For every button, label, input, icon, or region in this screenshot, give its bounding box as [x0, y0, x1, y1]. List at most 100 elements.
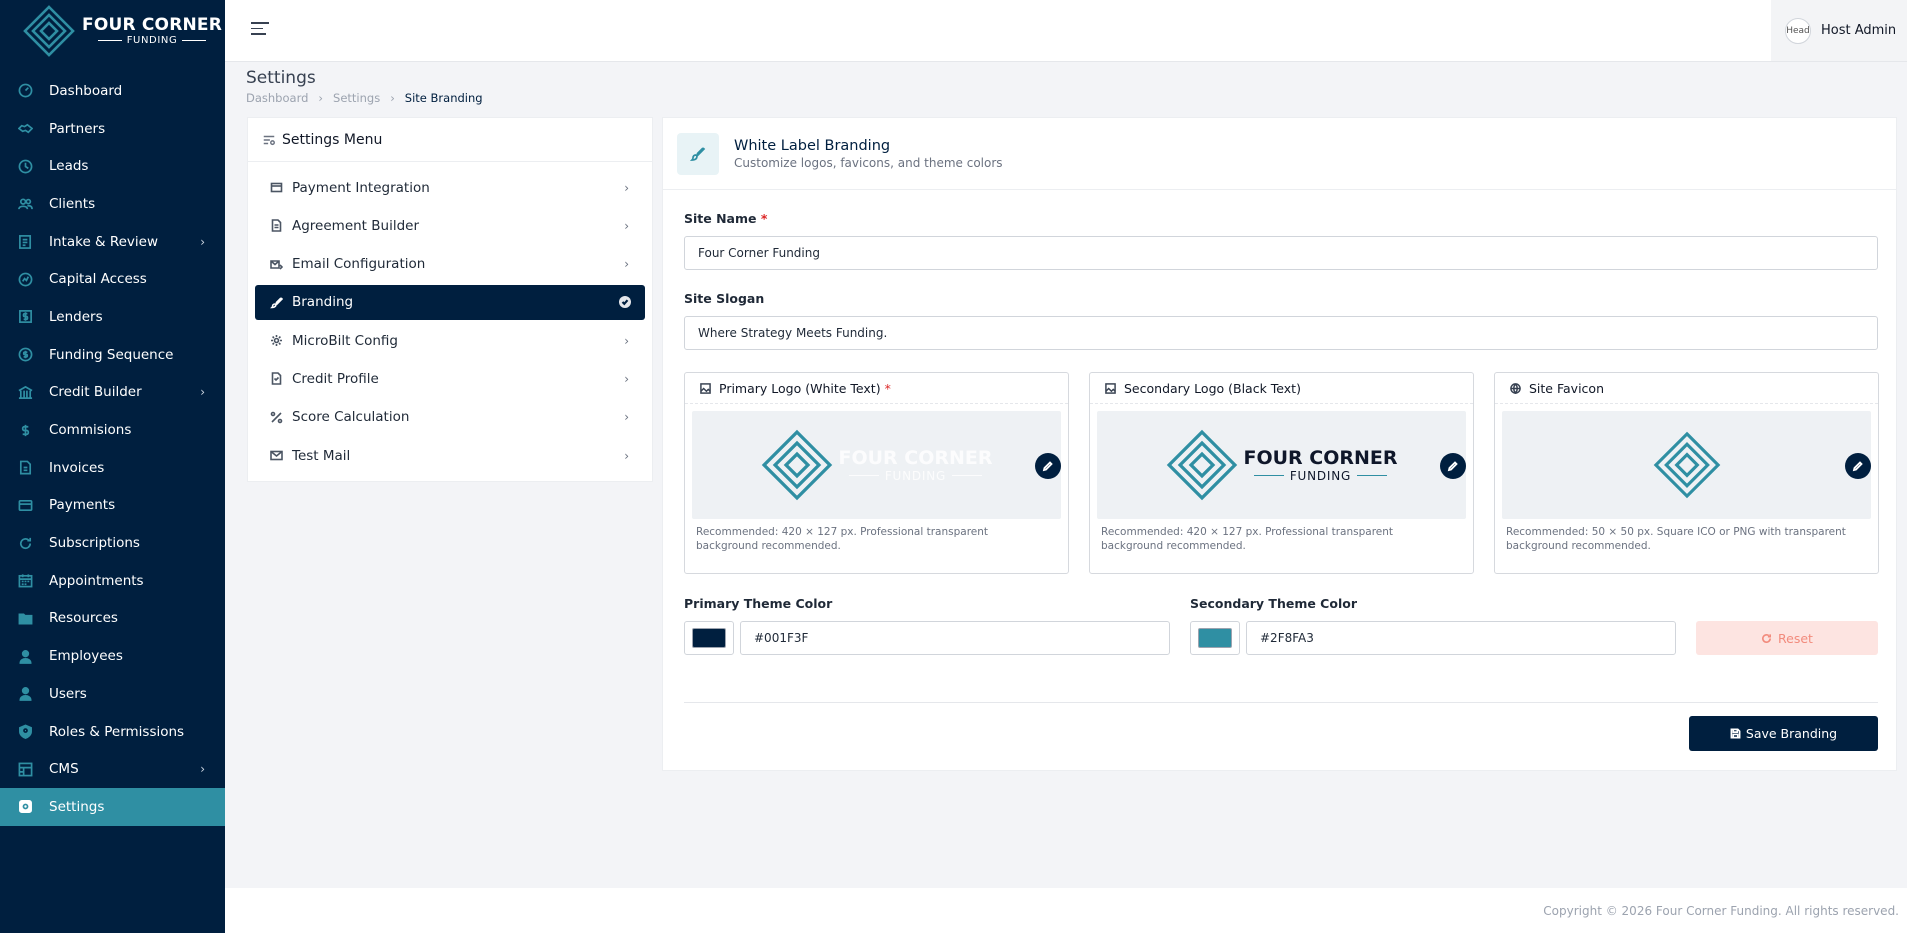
- secondary-logo-preview[interactable]: FOUR CORNER FUNDING: [1097, 411, 1466, 519]
- brand-subname: FUNDING: [98, 35, 207, 46]
- sidebar-item-funding-sequence[interactable]: Funding Sequence: [0, 336, 225, 374]
- sidebar-item-capital-access[interactable]: Capital Access: [0, 260, 225, 298]
- favicon-label: Site Favicon: [1529, 380, 1604, 396]
- sidebar-item-invoices[interactable]: Invoices: [0, 449, 225, 487]
- brand-logo[interactable]: FOUR CORNER FUNDING: [0, 0, 225, 62]
- sidebar-item-employees[interactable]: Employees: [0, 637, 225, 675]
- sidebar-item-label: CMS: [49, 761, 79, 778]
- primary-color-label: Primary Theme Color: [684, 596, 833, 611]
- user-icon: [17, 686, 33, 702]
- image-icon: [1105, 382, 1116, 394]
- clock-icon: [17, 158, 33, 174]
- edit-primary-logo-button[interactable]: [1035, 453, 1061, 479]
- settings-menu-item-email-configuration[interactable]: Email Configuration ›: [255, 247, 645, 282]
- sidebar-item-roles-permissions[interactable]: Roles & Permissions: [0, 713, 225, 751]
- primary-logo-preview[interactable]: FOUR CORNER FUNDING: [692, 411, 1061, 519]
- primary-color-picker[interactable]: [684, 621, 734, 655]
- sidebar-item-resources[interactable]: Resources: [0, 600, 225, 638]
- chevron-right-icon: ›: [624, 257, 629, 272]
- sidebar-item-lenders[interactable]: Lenders: [0, 298, 225, 336]
- settings-menu-item-credit-profile[interactable]: Credit Profile ›: [255, 361, 645, 396]
- primary-color-swatch: [692, 628, 726, 648]
- edit-secondary-logo-button[interactable]: [1440, 453, 1466, 479]
- chevron-right-icon: ›: [624, 371, 629, 386]
- breadcrumb: Dashboard › Settings › Site Branding: [246, 91, 483, 105]
- user-menu[interactable]: Head Host Admin: [1771, 0, 1907, 61]
- chevron-right-icon: ›: [624, 180, 629, 195]
- secondary-color-picker[interactable]: [1190, 621, 1240, 655]
- score-calculation-icon: [270, 411, 283, 424]
- globe-icon: [1510, 382, 1521, 394]
- settings-icon: [17, 799, 33, 815]
- chevron-right-icon: ›: [624, 218, 629, 233]
- pencil-icon: [1447, 461, 1458, 472]
- settings-menu-item-score-calculation[interactable]: Score Calculation ›: [255, 400, 645, 435]
- file-icon: [17, 460, 33, 476]
- secondary-color-label: Secondary Theme Color: [1190, 596, 1357, 611]
- chevron-right-icon: ›: [200, 385, 205, 400]
- site-name-label: Site Name *: [684, 211, 768, 226]
- sidebar-item-clients[interactable]: Clients: [0, 185, 225, 223]
- sidebar-item-label: Payments: [49, 497, 116, 514]
- sidebar-item-label: Commisions: [49, 422, 132, 439]
- sidebar-item-settings[interactable]: Settings: [0, 788, 225, 826]
- sidebar-item-label: Appointments: [49, 572, 144, 589]
- reset-button-label: Reset: [1778, 630, 1813, 646]
- sliders-icon: [263, 135, 275, 145]
- sidebar-item-cms[interactable]: CMS ›: [0, 750, 225, 788]
- sidebar-item-label: Partners: [49, 120, 106, 137]
- sidebar-item-dashboard[interactable]: Dashboard: [0, 72, 225, 110]
- sidebar-item-commisions[interactable]: Commisions: [0, 411, 225, 449]
- primary-logo-label: Primary Logo (White Text): [719, 380, 881, 396]
- person-icon: [17, 648, 33, 664]
- microbilt-config-icon: [270, 334, 283, 347]
- logo-subtext: FUNDING: [849, 469, 982, 483]
- breadcrumb-settings[interactable]: Settings: [333, 91, 380, 105]
- settings-menu-list: Payment Integration › Agreement Builder › Em…: [248, 162, 652, 473]
- settings-menu-item-payment-integration[interactable]: Payment Integration ›: [255, 170, 645, 205]
- sidebar-item-appointments[interactable]: Appointments: [0, 562, 225, 600]
- site-name-input[interactable]: Four Corner Funding: [684, 236, 1878, 270]
- sidebar-item-label: Subscriptions: [49, 535, 140, 552]
- email-configuration-icon: [270, 258, 283, 271]
- primary-color-input[interactable]: #001F3F: [740, 621, 1170, 655]
- settings-menu-card: Settings Menu Payment Integration › Agreem…: [247, 117, 653, 482]
- settings-menu-item-agreement-builder[interactable]: Agreement Builder ›: [255, 208, 645, 243]
- sidebar-item-label: Clients: [49, 195, 96, 212]
- save-branding-button[interactable]: Save Branding: [1689, 716, 1878, 751]
- sidebar-item-intake-review[interactable]: Intake & Review ›: [0, 223, 225, 261]
- sidebar-item-users[interactable]: Users: [0, 675, 225, 713]
- menu-toggle-icon[interactable]: [251, 22, 269, 36]
- logo-text: FOUR CORNER: [1243, 446, 1398, 469]
- sidebar-item-subscriptions[interactable]: Subscriptions: [0, 524, 225, 562]
- check-circle-icon: [619, 296, 631, 309]
- sidebar-item-payments[interactable]: Payments: [0, 487, 225, 525]
- sidebar-item-partners[interactable]: Partners: [0, 110, 225, 148]
- settings-menu-item-branding[interactable]: Branding: [255, 284, 645, 320]
- brand-name: FOUR CORNER: [82, 15, 223, 35]
- sidebar-item-label: Employees: [49, 648, 123, 665]
- secondary-color-input[interactable]: #2F8FA3: [1246, 621, 1676, 655]
- settings-menu-item-test-mail[interactable]: Test Mail ›: [255, 438, 645, 473]
- breadcrumb-dashboard[interactable]: Dashboard: [246, 91, 308, 105]
- site-slogan-input[interactable]: Where Strategy Meets Funding.: [684, 316, 1878, 350]
- favicon-preview[interactable]: [1502, 411, 1871, 519]
- image-icon: [700, 382, 711, 394]
- edit-favicon-button[interactable]: [1845, 453, 1871, 479]
- branding-icon: [270, 296, 283, 309]
- sidebar-item-leads[interactable]: Leads: [0, 147, 225, 185]
- refresh-icon: [17, 535, 33, 551]
- page-title: Settings: [246, 68, 316, 88]
- gauge-icon: [17, 83, 33, 99]
- logo-text: FOUR CORNER: [838, 446, 993, 469]
- sidebar-item-label: Users: [49, 685, 87, 702]
- branding-card-header: White Label Branding Customize logos, fa…: [663, 118, 1896, 190]
- clipboard-icon: [17, 234, 33, 250]
- logo-mark-icon: [23, 5, 75, 57]
- reset-button[interactable]: Reset: [1696, 621, 1878, 655]
- settings-menu-item-microbilt-config[interactable]: MicroBilt Config ›: [255, 323, 645, 358]
- brush-icon: [677, 132, 719, 175]
- pencil-icon: [1042, 461, 1053, 472]
- branding-card: White Label Branding Customize logos, fa…: [662, 117, 1897, 771]
- sidebar-item-credit-builder[interactable]: Credit Builder ›: [0, 374, 225, 412]
